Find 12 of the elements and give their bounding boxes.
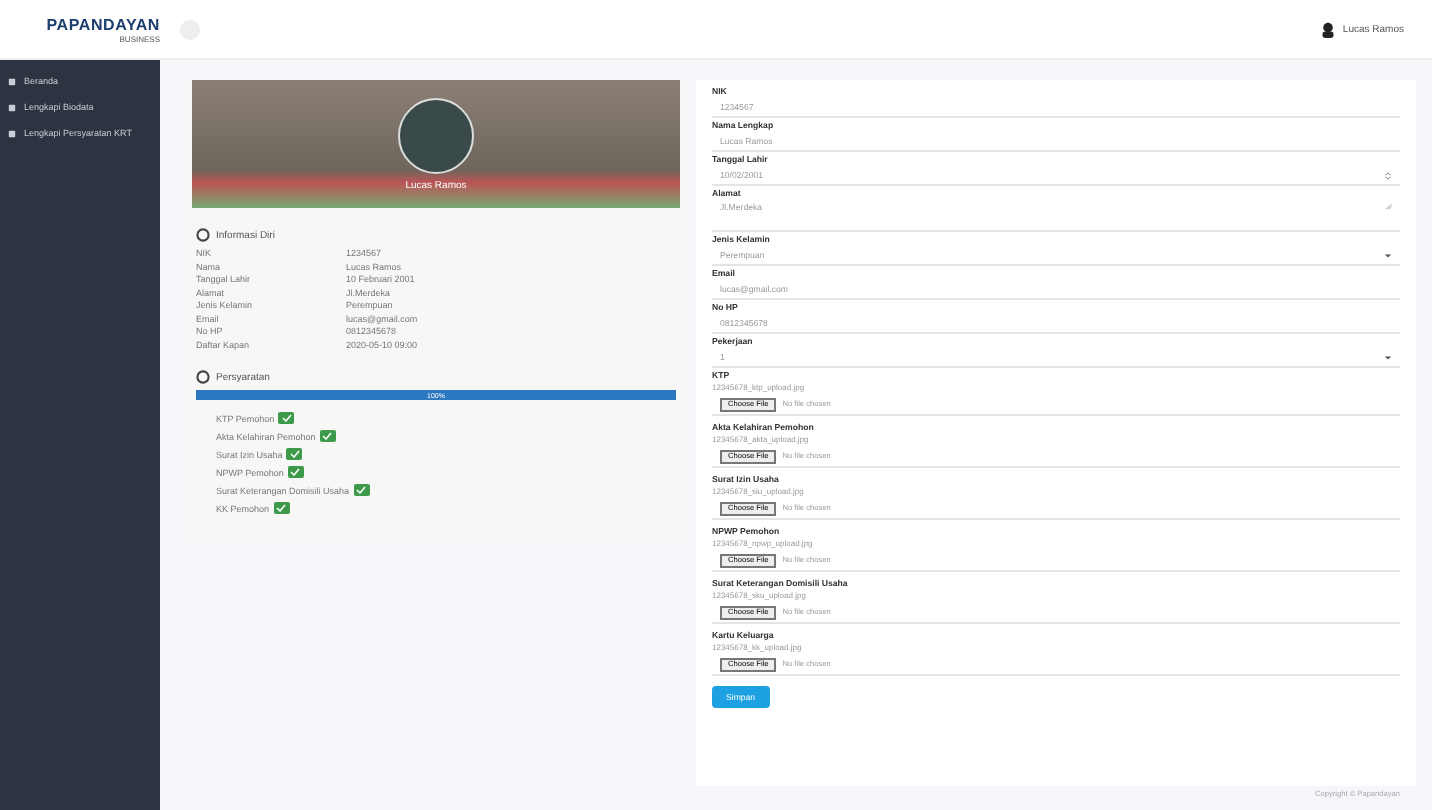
user-icon	[1320, 21, 1337, 37]
user-circle-icon	[196, 228, 210, 242]
menu-item-icon	[8, 129, 16, 137]
avatar	[398, 97, 474, 173]
logo-text: PAPANDAYAN	[46, 15, 160, 33]
spinner-icon	[1384, 171, 1392, 179]
caret-icon	[1384, 251, 1392, 259]
resize-icon	[1384, 202, 1392, 210]
list-circle-icon	[196, 370, 210, 384]
menu-item-icon	[8, 77, 16, 85]
menu-item-icon	[8, 103, 16, 111]
caret-icon	[1384, 353, 1392, 361]
